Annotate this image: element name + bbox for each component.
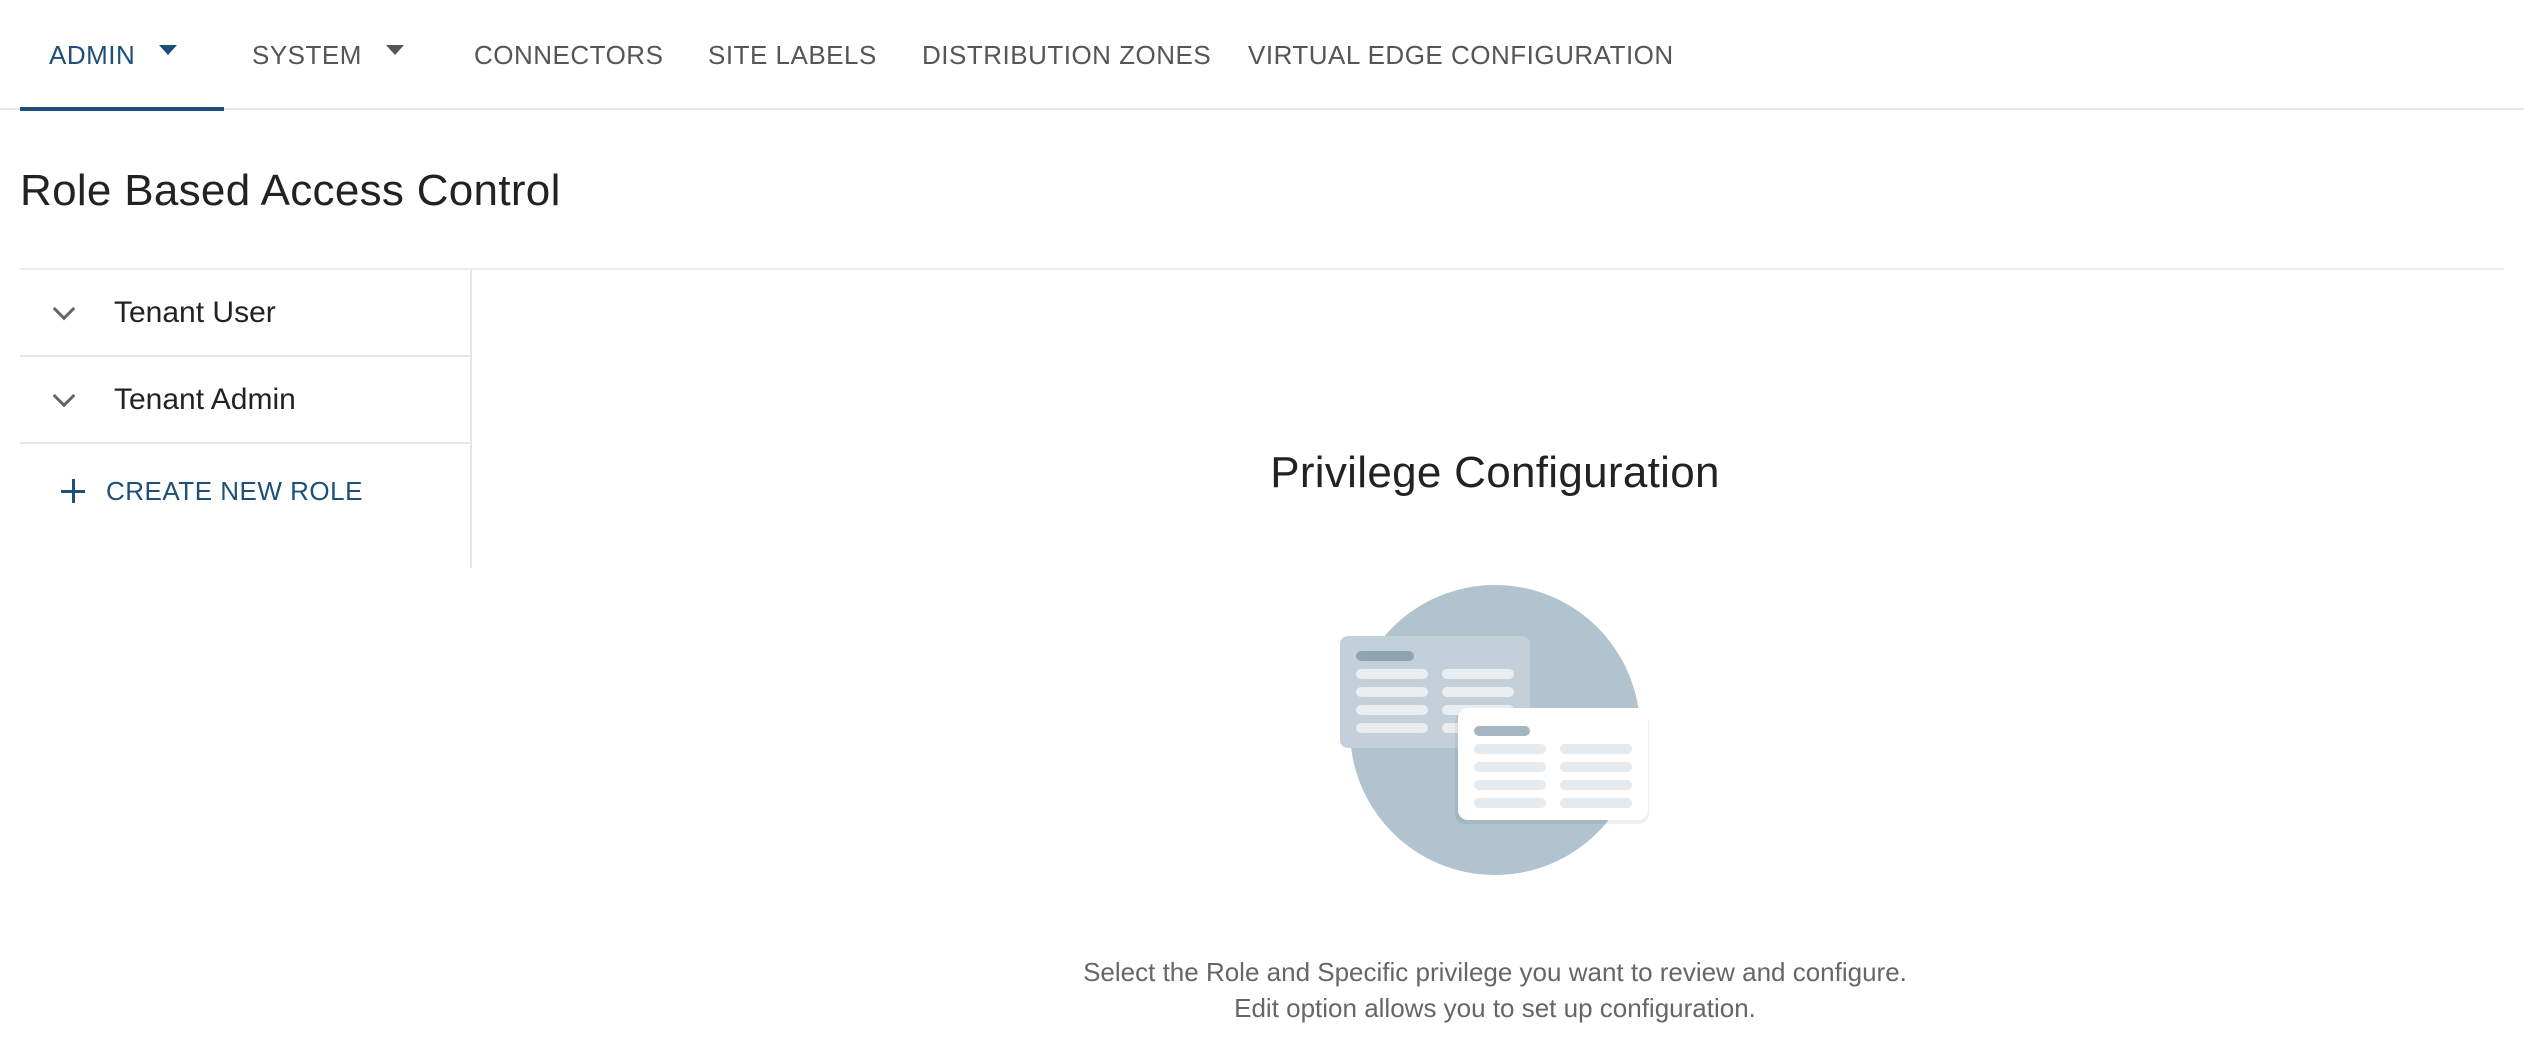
tab-connectors[interactable]: CONNECTORS — [474, 0, 663, 110]
tab-virtual-edge-configuration[interactable]: VIRTUAL EDGE CONFIGURATION — [1248, 0, 1674, 110]
plus-icon — [61, 479, 85, 503]
caret-down-icon — [159, 45, 178, 55]
front-card — [1455, 708, 1649, 824]
create-new-role-button[interactable]: CREATE NEW ROLE — [20, 446, 470, 536]
top-navigation: ADMIN SYSTEM CONNECTORS SITE LABELS DIST… — [0, 0, 2524, 111]
privilege-title: Privilege Configuration — [1270, 448, 1720, 497]
chevron-down-icon[interactable] — [52, 384, 76, 407]
privilege-help-text: Select the Role and Specific privilege y… — [1000, 954, 1990, 1026]
help-line-2: Edit option allows you to set up configu… — [1234, 993, 1756, 1023]
role-list: Tenant User Tenant Admin CREATE NEW ROLE — [20, 270, 472, 568]
role-label: Tenant User — [114, 295, 276, 329]
chevron-down-icon[interactable] — [52, 297, 76, 320]
role-label: Tenant Admin — [114, 382, 296, 416]
tab-site-labels[interactable]: SITE LABELS — [708, 0, 877, 110]
tab-system-label: SYSTEM — [252, 39, 362, 70]
tab-site-labels-label: SITE LABELS — [708, 39, 877, 70]
tab-distribution-zones[interactable]: DISTRIBUTION ZONES — [922, 0, 1211, 110]
help-line-1: Select the Role and Specific privilege y… — [1083, 957, 1907, 987]
tab-admin-label: ADMIN — [49, 39, 136, 70]
role-item-tenant-admin[interactable]: Tenant Admin — [20, 357, 470, 444]
config-cards-illustration — [1340, 585, 1649, 875]
tab-distribution-zones-label: DISTRIBUTION ZONES — [922, 39, 1212, 70]
role-item-tenant-user[interactable]: Tenant User — [20, 270, 470, 357]
tab-virtual-edge-configuration-label: VIRTUAL EDGE CONFIGURATION — [1248, 39, 1674, 70]
caret-down-icon — [385, 45, 404, 55]
create-new-role-label: CREATE NEW ROLE — [106, 475, 363, 506]
tab-connectors-label: CONNECTORS — [474, 39, 664, 70]
page-title: Role Based Access Control — [20, 166, 561, 215]
tab-admin[interactable]: ADMIN — [20, 0, 224, 111]
tab-system[interactable]: SYSTEM — [252, 0, 404, 110]
